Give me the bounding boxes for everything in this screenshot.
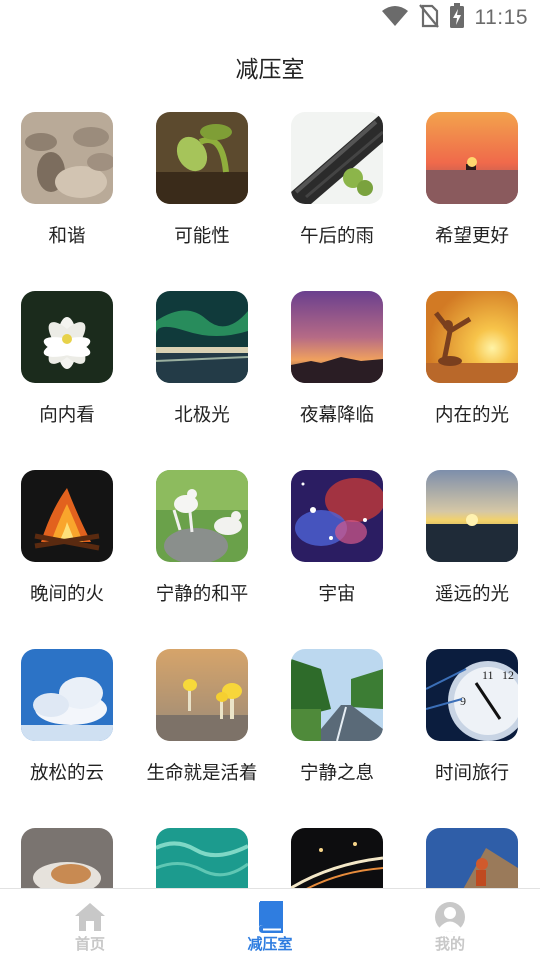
blue-sky-clouds-image [21,649,113,741]
nav-home[interactable]: 首页 [0,889,180,960]
relax-item-relaxing-clouds[interactable]: 放松的云 [0,649,134,809]
distant-sunset-image [426,470,518,562]
white-lotus-image [21,291,113,383]
nav-mine[interactable]: 我的 [360,889,540,960]
relax-item-evening-fire[interactable]: 晚间的火 [0,470,134,630]
relax-item-life-is-living[interactable]: 生命就是活着 [135,649,269,809]
sunset-sea-boat-image [426,112,518,204]
battery-charging-icon [449,3,465,33]
seedling-sprout-image [156,112,248,204]
relax-item-nightfall[interactable]: 夜幕降临 [270,291,404,451]
relax-item-label: 生命就是活着 [146,763,258,784]
relax-item-harmony[interactable]: 和谐 [0,112,134,272]
screen: 11:15 减压室 和谐 可能性 午后的雨 希望更好 向内看 北极光 夜幕降临 … [0,0,540,960]
woman-sunrise-image [426,291,518,383]
turquoise-water-image [156,828,248,888]
status-bar: 11:15 [0,0,540,36]
svg-text:11: 11 [482,668,494,682]
wifi-icon [381,5,409,31]
relax-item-label: 北极光 [174,405,230,426]
relax-item-label: 夜幕降临 [299,405,374,426]
purple-dusk-sky-image [291,291,383,383]
nebula-image [291,470,383,562]
night-city-traffic-image [291,828,383,888]
relax-item-label: 和谐 [48,226,86,247]
relax-item-label: 内在的光 [434,405,509,426]
clock-face-image: 11 12 9 [426,649,518,741]
relax-item-time-travel[interactable]: 11 12 9 时间旅行 [405,649,539,809]
white-doves-image [156,470,248,562]
nav-decompression-room-label: 减压室 [247,935,293,953]
stacked-stones-image [21,112,113,204]
relax-item-peaceful-harmony[interactable]: 宁静的和平 [135,470,269,630]
svg-text:9: 9 [460,694,466,708]
profile-icon [434,901,466,933]
page-title: 减压室 [235,57,305,83]
relax-item-label: 宇宙 [318,584,356,605]
relax-item-label: 晚间的火 [29,584,104,605]
relax-item-afternoon-rain[interactable]: 午后的雨 [270,112,404,272]
book-icon [254,901,286,933]
status-icons: 11:15 [381,3,529,33]
status-time: 11:15 [474,6,528,29]
yellow-mushrooms-image [156,649,248,741]
campfire-image [21,470,113,562]
relax-item-label: 宁静的和平 [155,584,249,605]
nav-mine-label: 我的 [434,935,465,953]
aurora-over-town-image [156,291,248,383]
relax-item-label: 希望更好 [434,226,509,247]
relax-item-possibility[interactable]: 可能性 [135,112,269,272]
bottom-nav: 首页 减压室 我的 [0,888,540,960]
relax-item-night-city[interactable] [270,828,404,888]
climber-on-rock-image [426,828,518,888]
relax-item-breath-of-calm[interactable]: 宁静之息 [270,649,404,809]
relax-item-inner-light[interactable]: 内在的光 [405,291,539,451]
relax-item-northern-lights[interactable]: 北极光 [135,291,269,451]
relax-item-label: 时间旅行 [434,763,509,784]
no-sim-icon [418,4,439,32]
nav-decompression-room[interactable]: 减压室 [180,889,360,960]
svg-text:12: 12 [502,668,514,682]
relax-item-turquoise-water[interactable] [135,828,269,888]
relax-item-look-inward[interactable]: 向内看 [0,291,134,451]
relax-item-sleeping-cat[interactable] [0,828,134,888]
relax-item-better-hope[interactable]: 希望更好 [405,112,539,272]
relax-grid: 和谐 可能性 午后的雨 希望更好 向内看 北极光 夜幕降临 内在的光 晚间的火 … [0,112,540,888]
tree-lined-road-image [291,649,383,741]
relax-item-climber[interactable] [405,828,539,888]
relax-item-label: 向内看 [39,405,95,426]
nav-home-label: 首页 [74,935,105,953]
relax-item-label: 宁静之息 [299,763,374,784]
relax-item-label: 遥远的光 [434,584,509,605]
relax-item-distant-light[interactable]: 遥远的光 [405,470,539,630]
relax-item-label: 可能性 [174,226,230,247]
home-icon [74,901,106,933]
relax-item-label: 放松的云 [29,763,104,784]
relax-item-universe[interactable]: 宇宙 [270,470,404,630]
relax-item-label: 午后的雨 [299,226,374,247]
roof-tiles-rain-image [291,112,383,204]
sleeping-cat-image [21,828,113,888]
